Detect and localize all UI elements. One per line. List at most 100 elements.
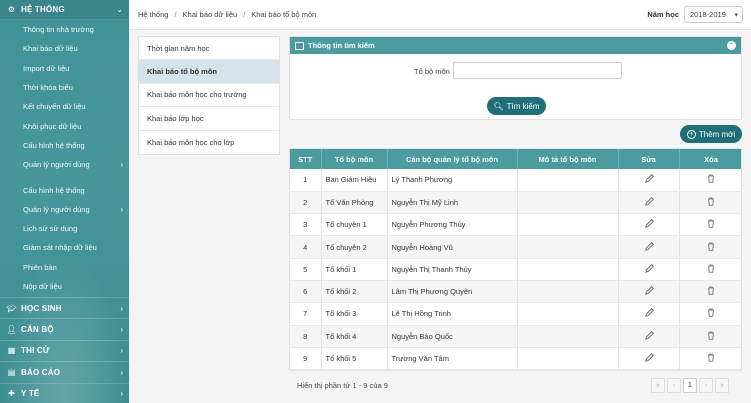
pencil-icon[interactable] <box>644 352 654 363</box>
cell-edit <box>618 302 680 326</box>
pencil-icon[interactable] <box>644 173 654 184</box>
sidebar-item-import-du-lieu[interactable]: Import dữ liệu <box>0 59 129 78</box>
cell-delete <box>679 347 741 370</box>
pencil-icon[interactable] <box>644 196 654 207</box>
menu-item-khai-bao-mon-hoc-cho-lop[interactable]: Khai báo môn học cho lớp <box>139 131 279 154</box>
pagination-info: Hiển thị phần tử 1 - 9 của 9 <box>297 381 388 390</box>
trash-icon[interactable] <box>706 263 716 274</box>
cell-stt: 9 <box>290 347 322 370</box>
menu-item-thoi-gian-nam-hoc[interactable]: Thời gian năm học <box>139 37 279 61</box>
cell-can-bo: Nguyễn Bảo Quốc <box>387 325 518 348</box>
sidebar-item-label: Thời khóa biểu <box>23 83 73 93</box>
sidebar-item-khoi-phuc-du-lieu[interactable]: Khôi phục dữ liệu <box>0 116 129 135</box>
cell-delete <box>679 302 741 326</box>
chevron-down-icon: ⌄ <box>116 5 123 14</box>
chevron-right-icon: › <box>120 367 123 377</box>
sidebar-items: Thông tin nhà trường Khai báo dữ liệu Impo… <box>0 20 129 174</box>
header-mo-ta: Mô tả tổ bộ môn <box>517 149 619 169</box>
trash-icon[interactable] <box>706 330 716 341</box>
sidebar-section-label: BÁO CÁO <box>21 367 61 377</box>
table-row: 1 Ban Giám Hiệu Lý Thanh Phương <box>290 169 741 192</box>
menu-item-khai-bao-mon-hoc-cho-truong[interactable]: Khai báo môn học cho trường <box>139 84 279 108</box>
search-panel-title: Thông tin tìm kiếm <box>308 41 375 50</box>
cell-can-bo: Nguyễn Hoàng Vũ <box>387 235 518 259</box>
sidebar-item-label: Import dữ liệu <box>23 63 70 73</box>
sidebar-item-thong-tin-nha-truong[interactable]: Thông tin nhà trường <box>0 20 129 39</box>
sidebar-item-quan-ly-nguoi-dung[interactable]: Quản lý người dùng › <box>0 200 129 219</box>
search-panel: Thông tin tìm kiếm ⌃ Tổ bộ môn 🔍︎ Tìm ki… <box>289 36 742 120</box>
breadcrumb-khai-bao[interactable]: Khai báo dữ liệu <box>183 10 238 19</box>
sidebar-item-thoi-khoa-bieu[interactable]: Thời khóa biểu <box>0 78 129 97</box>
sidebar-section-y-te[interactable]: ✚ Y TẾ › <box>0 382 129 403</box>
add-new-label: Thêm mới <box>698 129 736 139</box>
year-select[interactable]: 2018-2019 ▾ <box>684 6 743 23</box>
page-button[interactable]: 1 <box>683 378 697 393</box>
first-page-button[interactable]: « <box>651 378 665 393</box>
sidebar-item-phien-ban[interactable]: Phiên bản <box>0 258 129 277</box>
cell-delete <box>679 258 741 281</box>
header-sua: Sửa <box>618 149 680 169</box>
cell-to-bo-mon: Tổ khối 2 <box>321 280 388 304</box>
trash-icon[interactable] <box>706 307 716 318</box>
search-button[interactable]: 🔍︎ Tìm kiếm <box>487 97 546 115</box>
cell-can-bo: Nguyễn Thị Mỹ Linh <box>387 191 518 215</box>
add-new-button[interactable]: + Thêm mới <box>680 125 742 143</box>
sidebar-section-label: HỆ THỐNG <box>21 5 65 14</box>
calendar-icon: ▦ <box>7 346 16 356</box>
cell-mo-ta <box>517 235 619 259</box>
cell-edit <box>618 280 680 304</box>
pencil-icon[interactable] <box>644 241 654 252</box>
trash-icon[interactable] <box>706 196 716 207</box>
sidebar-item-cau-hinh-he-thong[interactable]: Cấu hình hệ thống <box>0 136 129 155</box>
sidebar-item-khai-bao-du-lieu[interactable]: Khai báo dữ liệu <box>0 39 129 58</box>
sidebar-section-thi-cu[interactable]: ▦ THI CỬ › <box>0 339 129 361</box>
sidebar-section-label: CÁN BỘ <box>21 325 54 335</box>
sidebar-section-he-thong[interactable]: ⚙ HỆ THỐNG ⌄ <box>0 0 129 20</box>
pencil-icon[interactable] <box>644 330 654 341</box>
sidebar-item-giam-sat-nhap-du-lieu[interactable]: Giám sát nhập dữ liệu <box>0 238 129 257</box>
sidebar-item-cau-hinh-he-thong[interactable]: Cấu hình hệ thống <box>0 180 129 199</box>
table-row: 7 Tổ khối 3 Lê Thị Hồng Trinh <box>290 302 741 326</box>
plus-circle-icon: + <box>686 129 696 139</box>
prev-page-button[interactable]: ‹ <box>667 378 681 393</box>
cell-to-bo-mon: Tổ khối 1 <box>321 258 388 281</box>
chevron-right-icon: › <box>120 303 123 313</box>
next-page-button[interactable]: › <box>699 378 713 393</box>
breadcrumb-separator: / <box>243 10 246 19</box>
menu-item-khai-bao-lop-hoc[interactable]: Khai báo lớp học <box>139 107 279 131</box>
trash-icon[interactable] <box>706 241 716 252</box>
trash-icon[interactable] <box>706 218 716 229</box>
sidebar-item-lich-su-su-dung[interactable]: Lịch sử sử dụng <box>0 219 129 238</box>
sidebar-section-hoc-sinh[interactable]: 🎓︎ HỌC SINH › <box>0 297 129 318</box>
sidebar-section-can-bo[interactable]: 👤︎ CÁN BỘ › <box>0 318 129 339</box>
cell-delete <box>679 191 741 215</box>
trash-icon[interactable] <box>706 285 716 296</box>
cell-can-bo: Nguyễn Phương Thùy <box>387 213 518 237</box>
to-bo-mon-input[interactable] <box>453 62 622 79</box>
sidebar-section-bao-cao[interactable]: ▤ BÁO CÁO › <box>0 361 129 382</box>
breadcrumb-home[interactable]: Hệ thống <box>138 10 168 19</box>
sidebar-sections: 🎓︎ HỌC SINH › 👤︎ CÁN BỘ › ▦ THI CỬ › ▤ BÁO CÁO › ✚ Y … <box>0 297 129 403</box>
trash-icon[interactable] <box>706 173 716 184</box>
table-row: 4 Tổ chuyên 2 Nguyễn Hoàng Vũ <box>290 235 741 259</box>
sidebar-item-quan-ly-nguoi-dung[interactable]: Quản lý người dùng › <box>0 155 129 174</box>
sidebar-item-ket-chuyen-du-lieu[interactable]: Kết chuyển dữ liệu <box>0 97 129 116</box>
chevron-right-icon: › <box>120 204 123 214</box>
year-selector: Năm học 2018-2019 ▾ <box>647 6 743 23</box>
pencil-icon[interactable] <box>644 285 654 296</box>
cell-to-bo-mon: Tổ Văn Phòng <box>321 191 388 215</box>
search-panel-header: Thông tin tìm kiếm ⌃ <box>290 37 741 54</box>
pencil-icon[interactable] <box>644 263 654 274</box>
cell-stt: 2 <box>290 191 322 215</box>
pencil-icon[interactable] <box>644 307 654 318</box>
to-bo-mon-label: Tổ bộ môn <box>414 67 450 76</box>
header-stt: STT <box>290 149 322 169</box>
pencil-icon[interactable] <box>644 218 654 229</box>
collapse-icon[interactable]: ⌃ <box>727 41 736 50</box>
menu-item-khai-bao-to-bo-mon[interactable]: Khai báo tổ bộ môn <box>139 60 279 84</box>
header-to-bo-mon: Tổ bộ môn <box>321 149 388 169</box>
trash-icon[interactable] <box>706 352 716 363</box>
cell-to-bo-mon: Tổ khối 4 <box>321 325 388 348</box>
sidebar-item-nop-du-lieu[interactable]: Nộp dữ liệu <box>0 277 129 296</box>
last-page-button[interactable]: » <box>715 378 729 393</box>
